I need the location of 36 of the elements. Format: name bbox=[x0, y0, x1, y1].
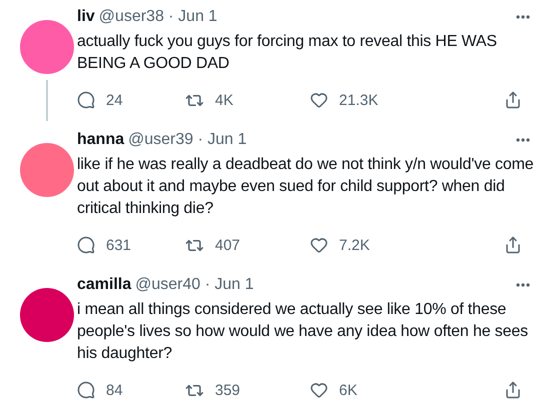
retweet-button[interactable]: 359 bbox=[185, 380, 310, 400]
more-icon bbox=[516, 138, 530, 142]
tweet-text: like if he was really a deadbeat do we not think y/n would've come out about it and maybe even sued for child support? when did critical thinking die? bbox=[77, 155, 534, 219]
share-icon bbox=[504, 91, 522, 109]
share-icon bbox=[504, 236, 522, 254]
reply-button[interactable]: 631 bbox=[77, 236, 185, 254]
handle-and-date: @user40 · Jun 1 bbox=[135, 276, 255, 294]
avatar[interactable] bbox=[20, 288, 74, 342]
reply-button[interactable]: 84 bbox=[77, 381, 185, 399]
like-button[interactable]: 21.3K bbox=[310, 91, 430, 109]
heart-icon bbox=[310, 236, 328, 254]
tweet-text: i mean all things considered we actually see like 10% of these people's lives so how would we have any idea how often he sees his daughter? bbox=[77, 300, 529, 364]
display-name[interactable]: hanna bbox=[77, 131, 124, 149]
like-button[interactable]: 6K bbox=[310, 381, 430, 399]
share-icon bbox=[504, 381, 522, 399]
speech-bubble-icon bbox=[77, 236, 95, 254]
like-button[interactable]: 7.2K bbox=[310, 236, 430, 254]
handle-and-date: @user38 · Jun 1 bbox=[98, 8, 218, 26]
more-icon bbox=[516, 15, 530, 19]
handle-and-date: @user39 · Jun 1 bbox=[128, 131, 248, 149]
share-button[interactable] bbox=[504, 236, 522, 254]
display-name[interactable]: camilla bbox=[77, 276, 132, 294]
more-icon bbox=[516, 283, 530, 287]
speech-bubble-icon bbox=[77, 91, 95, 109]
retweet-button[interactable]: 407 bbox=[185, 236, 310, 254]
heart-icon bbox=[310, 381, 328, 399]
display-name[interactable]: liv bbox=[77, 8, 95, 26]
avatar[interactable] bbox=[20, 143, 74, 197]
retweet-button[interactable]: 4K bbox=[185, 90, 310, 110]
reply-button[interactable]: 24 bbox=[77, 91, 185, 109]
tweet-text: actually fuck you guys for forcing max to reveal this HE WAS BEING A GOOD DAD bbox=[77, 32, 498, 74]
share-button[interactable] bbox=[504, 91, 522, 109]
heart-icon bbox=[310, 91, 328, 109]
speech-bubble-icon bbox=[77, 381, 95, 399]
avatar[interactable] bbox=[20, 20, 74, 74]
share-button[interactable] bbox=[504, 381, 522, 399]
